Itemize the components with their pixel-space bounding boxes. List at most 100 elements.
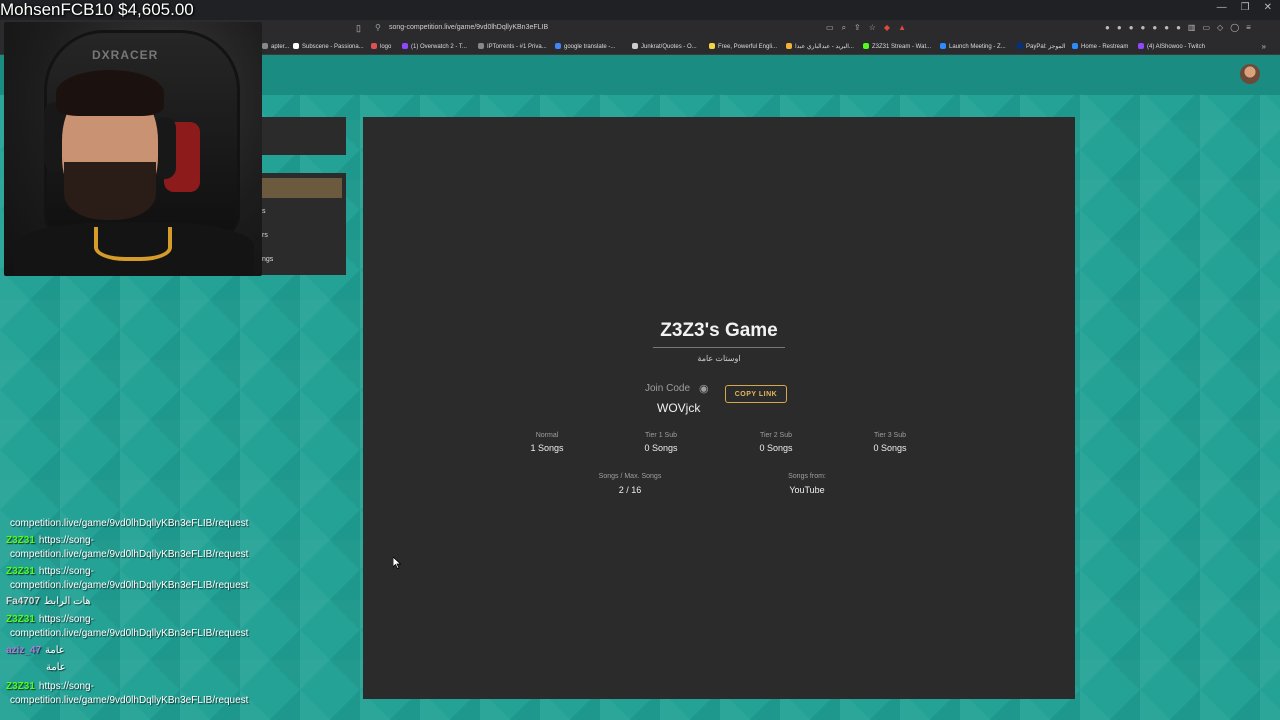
bookmark-item[interactable]: Home - Restream <box>1072 43 1128 50</box>
songs-count-stat: Songs / Max. Songs 2 / 16 <box>560 473 700 495</box>
bookmark-item[interactable]: (1) Overwatch 2 - T... <box>402 43 467 50</box>
bookmark-item[interactable]: PayPal: الموجز <box>1017 43 1065 50</box>
star-icon[interactable]: ☆ <box>869 23 876 33</box>
chat-username: Fa4707 <box>6 596 40 607</box>
chat-message: competition.live/game/9vd0lhDqllyKBn3eFL… <box>6 580 248 591</box>
chat-username: Z3Z31 <box>6 614 35 625</box>
tier-value: 1 Songs <box>530 443 564 453</box>
bookmark-favicon <box>371 43 377 49</box>
tier-label: Tier 1 Sub <box>644 432 678 439</box>
left-panel-menu: s rs ngs <box>262 173 346 275</box>
chat-message: Z3Z31 https://song- <box>6 566 94 577</box>
bookmark-favicon <box>786 43 792 49</box>
maximize-icon[interactable]: ❐ <box>1241 2 1250 13</box>
extension-icon[interactable]: ● <box>1141 23 1146 32</box>
shirt-collar <box>94 227 172 261</box>
bookmark-item[interactable]: Subscene - Passiona... <box>293 43 364 50</box>
title-divider <box>653 347 785 348</box>
extension-icon[interactable]: ● <box>1164 23 1169 32</box>
zoom-icon[interactable]: ⌕ <box>842 23 846 33</box>
extension-icons: ● ● ● ● ● ● ● ▥ ▭ ◇ ◯ ≡ <box>1105 23 1251 32</box>
join-code-value: WOVjck <box>657 401 701 415</box>
stat-value: 2 / 16 <box>618 485 642 495</box>
address-bar-actions: ▭ ⌕ ⇪ ☆ ◆ ▲ <box>826 23 906 33</box>
bookmark-item[interactable]: Z3Z31 Stream - Wat... <box>863 43 931 50</box>
chat-message: competition.live/game/9vd0lhDqllyKBn3eFL… <box>6 549 248 560</box>
bookmark-favicon <box>632 43 638 49</box>
rewards-icon[interactable]: ▲ <box>898 23 906 33</box>
bookmark-favicon <box>293 43 299 49</box>
bookmark-favicon <box>1072 43 1078 49</box>
bookmark-item[interactable]: Free, Powerful Engli... <box>709 43 777 50</box>
bookmark-item[interactable]: Junkrat/Quotes - O... <box>632 43 697 50</box>
bookmark-item[interactable]: logo <box>371 43 391 50</box>
extension-icon[interactable]: ◯ <box>1230 23 1239 32</box>
chat-message: competition.live/game/9vd0lhDqllyKBn3eFL… <box>6 695 248 706</box>
chat-message: competition.live/game/9vd0lhDqllyKBn3eFL… <box>6 518 248 529</box>
chevron-right-icon[interactable]: » <box>1262 42 1266 51</box>
bookmark-item[interactable]: البريد - عبدالباري عبدا... <box>786 43 854 50</box>
tier-value: 0 Songs <box>873 443 907 453</box>
copy-link-button[interactable]: COPY LINK <box>725 385 787 403</box>
menu-icon[interactable]: ≡ <box>1246 23 1251 32</box>
bookmark-favicon <box>863 43 869 49</box>
extension-icon[interactable]: ◇ <box>1217 23 1223 32</box>
chat-text: competition.live/game/9vd0lhDqllyKBn3eFL… <box>10 580 249 591</box>
songs-source-stat: Songs from: YouTube <box>737 473 877 495</box>
minimize-icon[interactable]: — <box>1217 2 1227 13</box>
webcam-overlay: DXRACER <box>4 22 262 276</box>
tier-label: Tier 2 Sub <box>759 432 793 439</box>
chat-message: competition.live/game/9vd0lhDqllyKBn3eFL… <box>6 628 248 639</box>
brave-shield-icon[interactable]: ◆ <box>884 23 890 33</box>
chat-text: عامة <box>45 645 65 656</box>
sidebar-icon[interactable]: ▥ <box>1188 23 1196 32</box>
chat-message: aziz_47 عامة <box>6 645 65 656</box>
bookmark-item[interactable]: (4) AlShowoo - Twitch <box>1138 43 1205 50</box>
streamer-hair <box>56 70 164 116</box>
chat-text: competition.live/game/9vd0lhDqllyKBn3eFL… <box>10 518 249 529</box>
tab-icon[interactable]: ▭ <box>1202 23 1210 32</box>
stat-value: YouTube <box>789 485 825 495</box>
left-panel-item[interactable]: rs <box>262 232 268 239</box>
chat-username: Z3Z31 <box>6 535 35 546</box>
donation-goal-text: MohsenFCB10 $4,605.00 <box>0 0 194 19</box>
share-icon[interactable]: ⇪ <box>854 23 861 33</box>
chat-text: https://song- <box>38 566 94 577</box>
bookmark-item[interactable]: apter... <box>262 43 289 50</box>
extension-icon[interactable]: ● <box>1105 23 1110 32</box>
tier-value: 0 Songs <box>759 443 793 453</box>
tier-1-sub: Tier 1 Sub 0 Songs <box>611 432 711 453</box>
chat-text: هات الرابط <box>43 596 91 607</box>
close-icon[interactable]: ✕ <box>1264 2 1272 13</box>
bookmark-item[interactable]: IPTorrents - #1 Priva... <box>478 43 547 50</box>
stat-label: Songs from: <box>788 473 826 480</box>
streamer-beard <box>64 162 156 220</box>
tier-label: Normal <box>535 432 559 439</box>
extension-icon[interactable]: ● <box>1129 23 1134 32</box>
chat-text: https://song- <box>38 614 94 625</box>
chat-text: https://song- <box>38 681 94 692</box>
extension-icon[interactable]: ● <box>1117 23 1122 32</box>
avatar[interactable] <box>1240 64 1260 84</box>
bookmark-item[interactable]: google translate -... <box>555 43 615 50</box>
tier-label: Tier 3 Sub <box>873 432 907 439</box>
screen-cast-icon[interactable]: ▭ <box>826 23 834 33</box>
tier-normal: Normal 1 Songs <box>497 432 597 453</box>
tier-value: 0 Songs <box>644 443 678 453</box>
chat-username: Z3Z31 <box>6 681 35 692</box>
bookmark-favicon <box>555 43 561 49</box>
left-panel-active-item[interactable] <box>262 178 342 198</box>
left-panel-item[interactable]: ngs <box>262 256 273 263</box>
join-code-label: Join Code <box>645 383 691 394</box>
left-panel-item[interactable]: s <box>262 208 266 215</box>
bookmark-icon[interactable]: ▯ <box>356 23 361 34</box>
bookmark-favicon <box>1017 43 1023 49</box>
url-input[interactable]: song-competition.live/game/9vd0lhDqllyKB… <box>389 24 548 31</box>
eye-icon[interactable]: ◉ <box>699 382 709 395</box>
game-title: Z3Z3's Game <box>660 320 778 341</box>
bookmark-favicon <box>402 43 408 49</box>
extension-icon[interactable]: ● <box>1152 23 1157 32</box>
extension-icon[interactable]: ● <box>1176 23 1181 32</box>
bookmark-item[interactable]: Launch Meeting - Z... <box>940 43 1006 50</box>
site-info-icon[interactable]: ⚲ <box>375 23 381 32</box>
